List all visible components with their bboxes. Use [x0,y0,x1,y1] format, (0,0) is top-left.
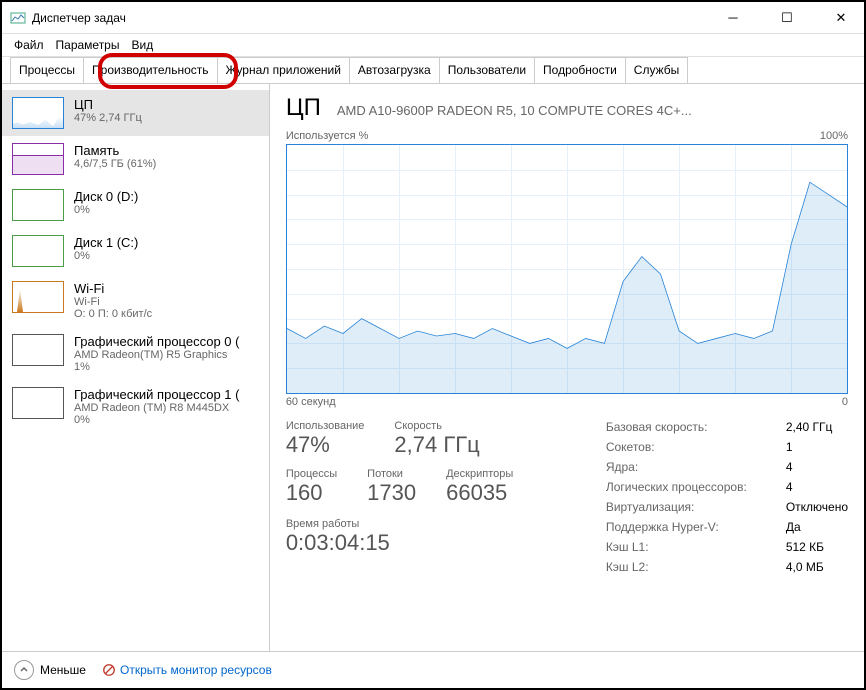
sidebar-item-detail: 0% [74,204,138,216]
maximize-button[interactable]: ☐ [772,10,802,26]
tab-startup[interactable]: Автозагрузка [349,57,440,83]
sidebar-item-detail2: 1% [74,361,239,373]
minimize-button[interactable]: ─ [718,10,748,26]
resmon-label: Открыть монитор ресурсов [120,663,272,677]
sidebar-item-gpu0[interactable]: Графический процессор 0 ( AMD Radeon(TM)… [2,327,269,380]
sidebar-item-detail: Wi-Fi [74,296,152,308]
menu-options[interactable]: Параметры [56,38,120,52]
stat-processes-value: 160 [286,480,337,506]
tabs: Процессы Производительность Журнал прило… [2,57,864,84]
sidebar-item-label: Диск 1 (C:) [74,235,138,250]
disk-thumb-icon [12,189,64,221]
sidebar-item-label: Графический процессор 1 ( [74,387,239,402]
sidebar-item-cpu[interactable]: ЦП 47% 2,74 ГГц [2,90,269,136]
stat-processes-label: Процессы [286,468,337,480]
wifi-thumb-icon [12,281,64,313]
chart-xmax: 60 секунд [286,396,336,408]
sidebar-item-label: ЦП [74,97,142,112]
menu-view[interactable]: Вид [131,38,153,52]
stat-uptime-value: 0:03:04:15 [286,530,390,555]
footer: Меньше Открыть монитор ресурсов [2,651,864,688]
tab-processes[interactable]: Процессы [10,57,84,83]
right-stat-value: 4 [786,480,848,494]
tab-details[interactable]: Подробности [534,57,626,83]
cpu-usage-chart [286,144,848,394]
sidebar-item-detail: AMD Radeon(TM) R5 Graphics [74,349,239,361]
fewer-label: Меньше [40,663,86,677]
sidebar-item-detail: 47% 2,74 ГГц [74,112,142,124]
chart-xmin: 0 [842,396,848,408]
sidebar-item-disk1[interactable]: Диск 1 (C:) 0% [2,228,269,274]
sidebar-item-detail: 0% [74,250,138,262]
right-stat-value: 4,0 МБ [786,560,848,574]
right-stat-label: Логических процессоров: [606,480,766,494]
right-stat-value: 512 КБ [786,540,848,554]
stat-uptime-label: Время работы [286,518,360,530]
tab-app-history[interactable]: Журнал приложений [217,57,350,83]
stat-speed-value: 2,74 ГГц [394,432,479,458]
right-stat-label: Кэш L1: [606,540,766,554]
stat-threads-value: 1730 [367,480,416,506]
right-stat-label: Ядра: [606,460,766,474]
right-stat-label: Базовая скорость: [606,420,766,434]
stat-usage-label: Использование [286,420,365,432]
cpu-thumb-icon [12,97,64,129]
sidebar-item-detail2: О: 0 П: 0 кбит/с [74,308,152,320]
close-button[interactable]: ✕ [826,10,856,26]
gpu-thumb-icon [12,387,64,419]
tab-users[interactable]: Пользователи [439,57,535,83]
right-stat-label: Виртуализация: [606,500,766,514]
resource-monitor-icon [102,663,116,677]
sidebar-item-wifi[interactable]: Wi-Fi Wi-Fi О: 0 П: 0 кбит/с [2,274,269,327]
menubar: Файл Параметры Вид [2,34,864,57]
right-stat-value: 1 [786,440,848,454]
gpu-thumb-icon [12,334,64,366]
tab-services[interactable]: Службы [625,57,688,83]
stat-usage-value: 47% [286,432,365,458]
sidebar-item-label: Графический процессор 0 ( [74,334,239,349]
tab-performance[interactable]: Производительность [83,57,217,83]
right-stat-label: Поддержка Hyper-V: [606,520,766,534]
sidebar-item-detail: AMD Radeon (TM) R8 M445DX [74,402,239,414]
sidebar-item-disk0[interactable]: Диск 0 (D:) 0% [2,182,269,228]
cpu-name: AMD A10-9600P RADEON R5, 10 COMPUTE CORE… [337,103,848,118]
right-stat-value: 4 [786,460,848,474]
right-stat-label: Кэш L2: [606,560,766,574]
sidebar-item-label: Wi-Fi [74,281,152,296]
stat-handles-value: 66035 [446,480,513,506]
resource-monitor-link[interactable]: Открыть монитор ресурсов [102,663,272,677]
sidebar: ЦП 47% 2,74 ГГц Память 4,6/7,5 ГБ (61%) … [2,84,270,651]
sidebar-item-label: Память [74,143,156,158]
disk-thumb-icon [12,235,64,267]
menu-file[interactable]: Файл [14,38,44,52]
titlebar: Диспетчер задач ─ ☐ ✕ [2,2,864,34]
chart-ymax: 100% [820,130,848,142]
sidebar-item-gpu1[interactable]: Графический процессор 1 ( AMD Radeon (TM… [2,380,269,433]
page-title: ЦП [286,94,321,122]
main-panel: ЦП AMD A10-9600P RADEON R5, 10 COMPUTE C… [270,84,864,651]
stat-handles-label: Дескрипторы [446,468,513,480]
stat-threads-label: Потоки [367,468,416,480]
fewer-details-button[interactable]: Меньше [14,660,86,680]
sidebar-item-label: Диск 0 (D:) [74,189,138,204]
sidebar-item-detail: 4,6/7,5 ГБ (61%) [74,158,156,170]
sidebar-item-detail2: 0% [74,414,239,426]
right-stat-value: Отключено [786,500,848,514]
memory-thumb-icon [12,143,64,175]
right-stat-label: Сокетов: [606,440,766,454]
sidebar-item-memory[interactable]: Память 4,6/7,5 ГБ (61%) [2,136,269,182]
chevron-up-icon [14,660,34,680]
right-stat-value: 2,40 ГГц [786,420,848,434]
chart-ylabel: Используется % [286,130,369,142]
right-stat-value: Да [786,520,848,534]
app-icon [10,10,26,26]
window-title: Диспетчер задач [32,11,126,25]
stat-speed-label: Скорость [394,420,479,432]
